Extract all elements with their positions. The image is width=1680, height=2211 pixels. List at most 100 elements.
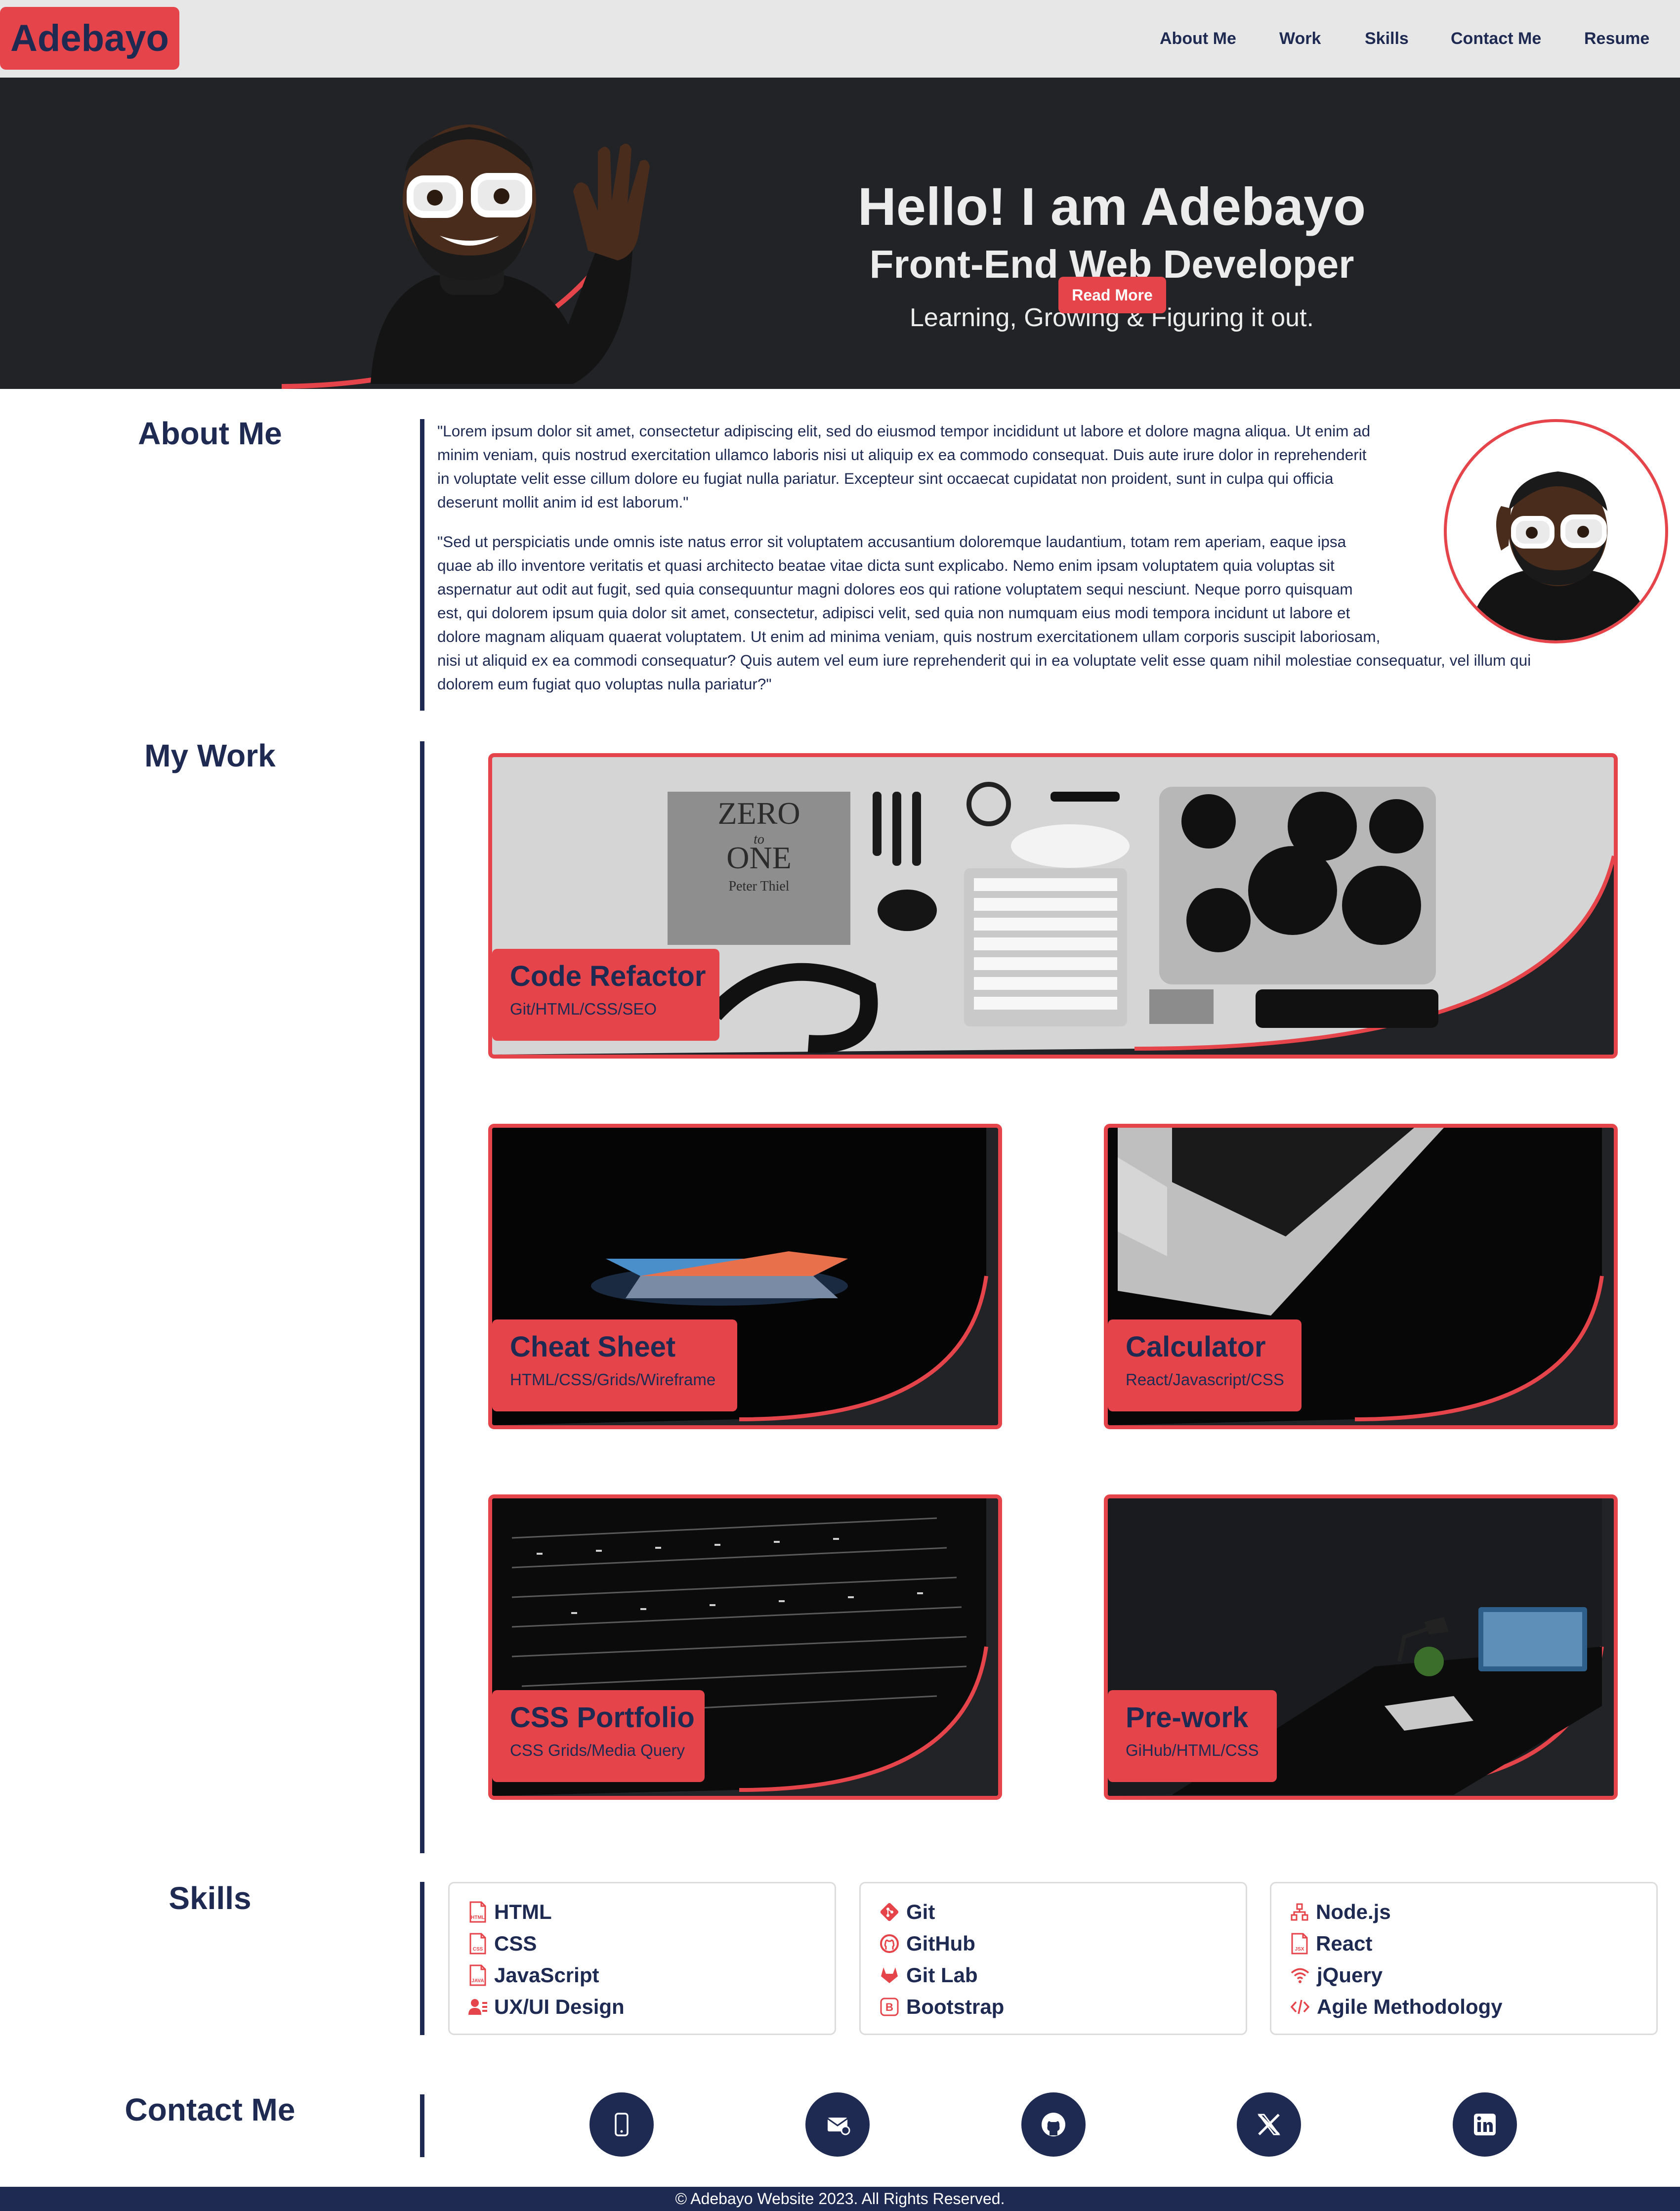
project-card-cheat-sheet[interactable]: Cheat Sheet HTML/CSS/Grids/Wireframe (488, 1124, 1002, 1429)
project-tech: CSS Grids/Media Query (510, 1741, 685, 1759)
nav-link-skills[interactable]: Skills (1365, 25, 1409, 52)
svg-text:JAVA: JAVA (471, 1978, 484, 1984)
svg-text:CSS: CSS (473, 1947, 483, 1952)
skill-jquery: jQuery (1290, 1959, 1656, 1991)
svg-text:JSX: JSX (1295, 1947, 1304, 1952)
project-title: Cheat Sheet (510, 1331, 676, 1363)
jsx-file-icon: JSX (1291, 1933, 1308, 1955)
book-author-text: Peter Thiel (728, 879, 789, 894)
project-label: CSS Portfolio CSS Grids/Media Query (492, 1690, 705, 1782)
github-icon (880, 1934, 899, 1953)
contact-heading: Contact Me (125, 2092, 295, 2127)
project-card-pre-work[interactable]: Pre-work GiHub/HTML/CSS (1104, 1494, 1618, 1800)
nav-link-about[interactable]: About Me (1160, 25, 1236, 52)
skill-ux-ui: UX/UI Design (468, 1991, 835, 2023)
project-label: Code Refactor Git/HTML/CSS/SEO (492, 949, 719, 1041)
skill-label: Git Lab (906, 1963, 978, 1987)
skill-gitlab: Git Lab (880, 1959, 1246, 1991)
project-card-code-refactor[interactable]: ZERO to ONE Peter Thiel Code Refactor Gi… (488, 753, 1618, 1059)
project-card-css-portfolio[interactable]: CSS Portfolio CSS Grids/Media Query (488, 1494, 1002, 1800)
code-icon (1290, 1999, 1310, 2014)
skill-label: JavaScript (494, 1963, 599, 1987)
about-divider (420, 419, 424, 711)
project-label: Cheat Sheet HTML/CSS/Grids/Wireframe (492, 1319, 737, 1411)
skill-label: Agile Methodology (1317, 1995, 1503, 2018)
skill-label: Git (906, 1900, 935, 1923)
skills-card-tools: Git GitHub Git Lab B Bootstrap (859, 1882, 1247, 2035)
phone-button[interactable] (589, 2092, 654, 2157)
skill-css: CSS CSS (468, 1928, 835, 1959)
navbar: Adebayo About Me Work Skills Contact Me … (0, 0, 1680, 78)
email-button[interactable] (805, 2092, 870, 2157)
about-text-line: "Lorem ipsum dolor sit amet, consectetur… (437, 422, 1371, 440)
about-text-line: in voluptate velit esse cillum dolore eu… (437, 469, 1334, 487)
skill-agile: Agile Methodology (1290, 1991, 1656, 2023)
skill-html: HTML HTML (468, 1896, 835, 1928)
phone-icon (615, 2113, 629, 2136)
about-text-line: est, qui dolorem ipsum quia dolor sit am… (437, 604, 1350, 622)
skill-git: Git (880, 1896, 1246, 1928)
project-tech: HTML/CSS/Grids/Wireframe (510, 1370, 716, 1389)
about-text-line: minim veniam, quis nostrud exercitation … (437, 446, 1367, 464)
nav-link-work[interactable]: Work (1279, 25, 1321, 52)
hero-section: Hello! I am Adebayo Front-End Web Develo… (0, 78, 1680, 389)
skill-label: CSS (494, 1932, 537, 1955)
node-icon (1291, 1903, 1308, 1921)
gitlab-icon (881, 1967, 898, 1983)
site-logo[interactable]: Adebayo (0, 7, 179, 70)
about-paragraph-1: "Lorem ipsum dolor sit amet, consectetur… (437, 419, 1623, 514)
x-twitter-button[interactable] (1237, 2092, 1301, 2157)
skills-divider (420, 1882, 424, 2035)
book-one-text: ONE (726, 840, 792, 875)
skills-card-frameworks: Node.js JSX React jQuery Agile Methodolo… (1270, 1882, 1658, 2035)
work-heading: My Work (144, 738, 276, 773)
about-heading: About Me (138, 416, 282, 451)
project-tech: GiHub/HTML/CSS (1126, 1741, 1259, 1759)
contact-divider (420, 2094, 424, 2157)
about-text-line: dolore magnam aliquam quaerat voluptatem… (437, 628, 1381, 645)
skill-label: Node.js (1316, 1900, 1391, 1923)
skill-label: HTML (494, 1900, 552, 1923)
css-file-icon: CSS (469, 1933, 486, 1955)
nav-link-contact[interactable]: Contact Me (1451, 25, 1541, 52)
book-title-text: ZERO (717, 796, 800, 831)
skills-heading: Skills (168, 1880, 252, 1916)
wifi-icon (1291, 1968, 1309, 1983)
about-text-line: nisi ut aliquid ex ea commodi consequatu… (437, 651, 1531, 669)
skill-javascript: JAVA JavaScript (468, 1959, 835, 1991)
project-title: Calculator (1126, 1331, 1266, 1363)
skill-react: JSX React (1290, 1928, 1656, 1959)
hero-title: Hello! I am Adebayo (857, 176, 1366, 236)
waving-avatar-image (371, 125, 650, 384)
js-file-icon: JAVA (469, 1964, 486, 1986)
project-tech: React/Javascript/CSS (1126, 1370, 1284, 1389)
nav-link-resume[interactable]: Resume (1584, 25, 1649, 52)
work-divider (420, 741, 424, 1853)
skills-card-frontend: HTML HTML CSS CSS JAVA JavaScript UX/UI … (448, 1882, 836, 2035)
footer-copyright: © Adebayo Website 2023. All Rights Reser… (675, 2190, 1005, 2208)
skill-nodejs: Node.js (1290, 1896, 1656, 1928)
skill-label: Bootstrap (906, 1995, 1005, 2018)
github-icon (1042, 2113, 1065, 2136)
skill-label: jQuery (1317, 1963, 1383, 1987)
read-more-button[interactable]: Read More (1058, 277, 1166, 313)
project-tech: Git/HTML/CSS/SEO (510, 1000, 657, 1018)
svg-text:B: B (885, 2001, 893, 2013)
github-button[interactable] (1021, 2092, 1086, 2157)
project-label: Calculator React/Javascript/CSS (1108, 1319, 1302, 1411)
project-title: Pre-work (1126, 1701, 1249, 1734)
project-title: Code Refactor (510, 960, 706, 992)
skill-label: UX/UI Design (494, 1995, 625, 2018)
project-title: CSS Portfolio (510, 1701, 695, 1734)
html-file-icon: HTML (469, 1901, 486, 1923)
about-text-line: aspernatur aut odit aut fugit, sed quia … (437, 580, 1353, 598)
git-icon (880, 1903, 899, 1921)
skill-bootstrap: B Bootstrap (880, 1991, 1246, 2023)
linkedin-button[interactable] (1453, 2092, 1517, 2157)
skill-label: React (1316, 1932, 1373, 1955)
about-text-line: dolorem eum fugiat quo voluptas nulla pa… (437, 675, 772, 693)
email-icon (827, 2118, 850, 2135)
svg-text:HTML: HTML (471, 1915, 485, 1920)
project-card-calculator[interactable]: Calculator React/Javascript/CSS (1104, 1124, 1618, 1429)
footer: © Adebayo Website 2023. All Rights Reser… (0, 2187, 1680, 2211)
